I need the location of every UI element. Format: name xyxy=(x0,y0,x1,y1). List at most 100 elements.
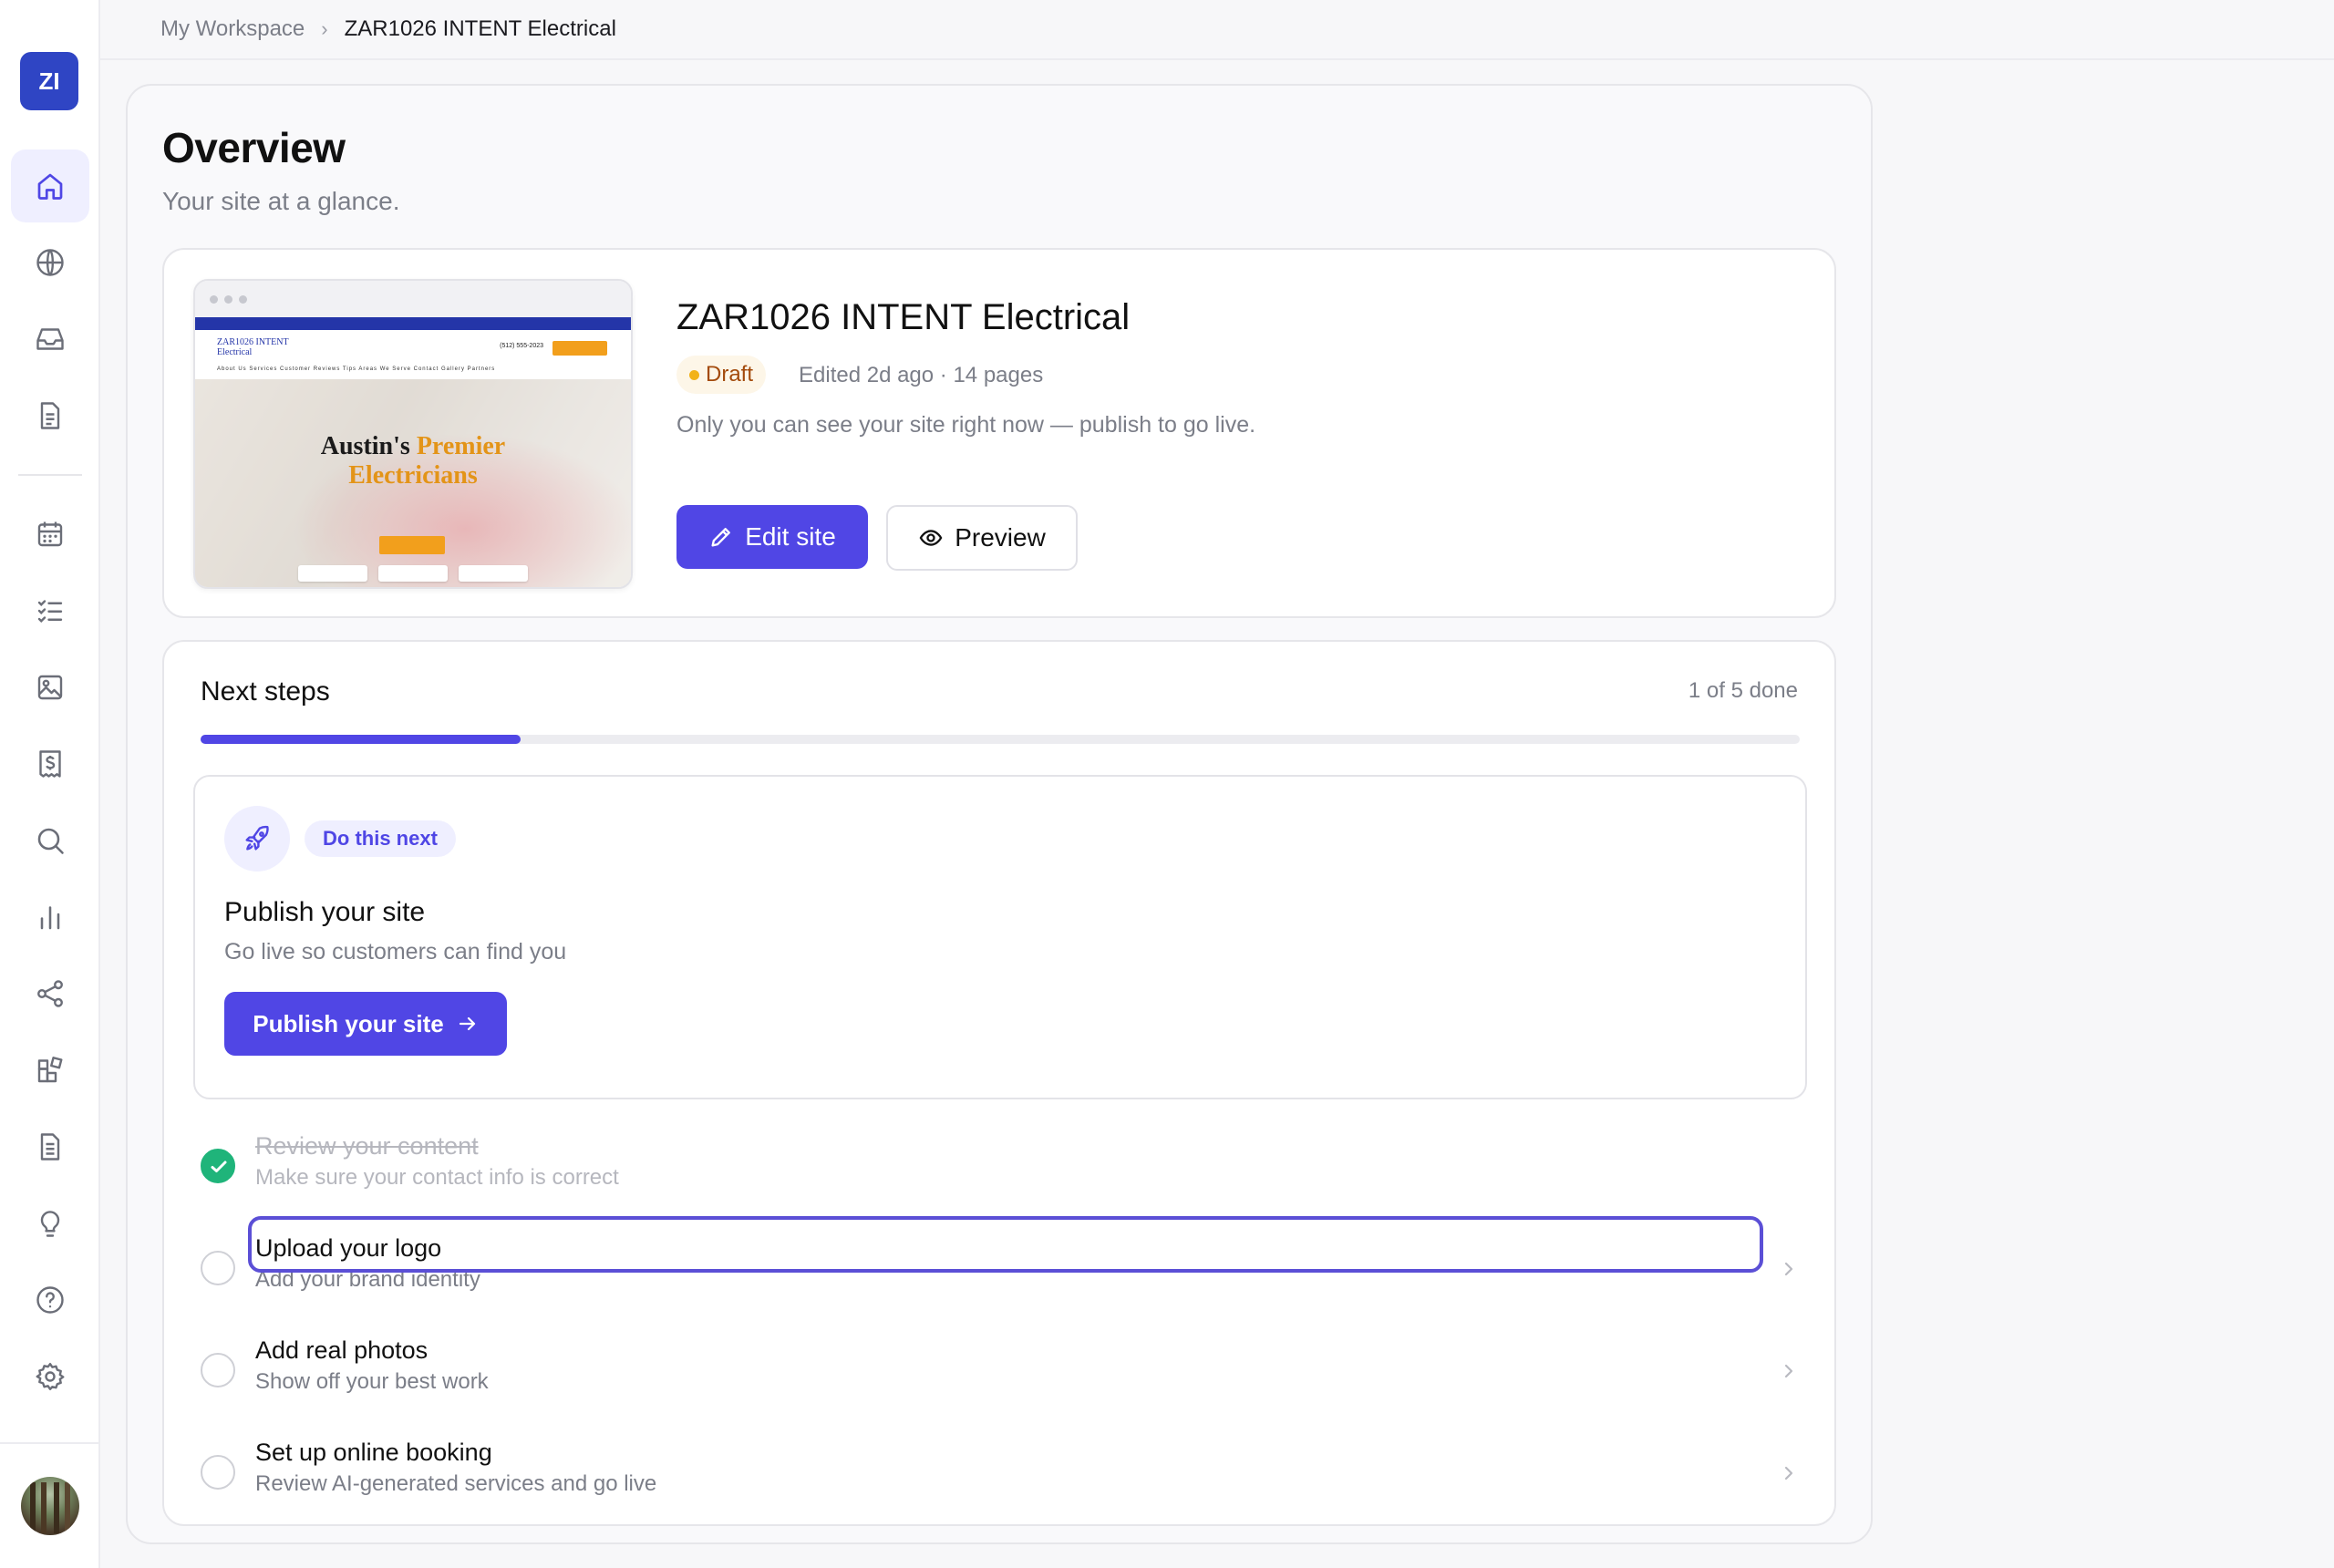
page-subtitle: Your site at a glance. xyxy=(162,187,400,215)
nav-analytics[interactable] xyxy=(11,881,89,954)
step-complete-checkbox[interactable] xyxy=(201,1149,235,1183)
bar-chart-icon xyxy=(40,906,60,930)
breadcrumb-workspace[interactable]: My Workspace xyxy=(160,16,305,42)
image-icon xyxy=(37,675,63,700)
site-meta: Edited 2d ago · 14 pages xyxy=(799,363,1044,387)
nav-sites[interactable] xyxy=(11,226,89,299)
thumbnail-nav: ZAR1026 INTENT Electrical (512) 555-2023… xyxy=(195,330,631,379)
rocket-icon-badge xyxy=(224,806,290,872)
step-checkbox[interactable] xyxy=(201,1251,235,1285)
nav-pages[interactable] xyxy=(11,379,89,452)
do-this-next-chip: Do this next xyxy=(305,820,456,857)
steps-progress-fill xyxy=(201,735,521,744)
nav-search[interactable] xyxy=(11,804,89,877)
edit-site-button[interactable]: Edit site xyxy=(676,505,868,569)
breadcrumb-current: ZAR1026 INTENT Electrical xyxy=(344,16,616,41)
step-upload-logo[interactable]: Upload your logo Add your brand identity xyxy=(164,1216,1838,1318)
steps-progress-bar xyxy=(201,735,1800,744)
next-steps-card: Next steps 1 of 5 done Do this next Publ… xyxy=(162,640,1836,1526)
thumbnail-window-bar xyxy=(195,281,631,317)
nav-invoices[interactable] xyxy=(11,727,89,800)
thumbnail-badges xyxy=(195,565,631,582)
chevron-right-icon: › xyxy=(321,17,328,40)
step-title: Add real photos xyxy=(255,1336,429,1364)
nav-help[interactable] xyxy=(11,1264,89,1336)
step-checkbox[interactable] xyxy=(201,1455,235,1490)
nav-tasks[interactable] xyxy=(11,574,89,647)
site-card: ZAR1026 INTENT Electrical (512) 555-2023… xyxy=(162,248,1836,618)
thumbnail-logo: ZAR1026 INTENT Electrical xyxy=(217,337,289,357)
next-step-title: Publish your site xyxy=(224,897,426,927)
document-icon xyxy=(40,402,60,429)
sidebar: ZI xyxy=(0,0,100,1568)
step-title: Set up online booking xyxy=(255,1439,492,1466)
nav-notes[interactable] xyxy=(11,1110,89,1183)
apps-icon xyxy=(37,1057,63,1083)
invoice-icon xyxy=(39,750,61,778)
notes-icon xyxy=(40,1133,60,1161)
nav-share[interactable] xyxy=(11,957,89,1030)
nav-apps[interactable] xyxy=(11,1034,89,1107)
checklist-icon xyxy=(37,600,63,623)
site-thumbnail[interactable]: ZAR1026 INTENT Electrical (512) 555-2023… xyxy=(193,279,633,589)
workspace-badge[interactable]: ZI xyxy=(20,52,78,110)
eye-icon xyxy=(919,530,943,546)
pencil-icon xyxy=(711,528,731,547)
step-review-content[interactable]: Review your content Make sure your conta… xyxy=(164,1125,1838,1216)
step-description: Add your brand identity xyxy=(255,1267,480,1292)
step-add-photos[interactable]: Add real photos Show off your best work xyxy=(164,1329,1838,1420)
step-online-booking[interactable]: Set up online booking Review AI-generate… xyxy=(164,1431,1838,1522)
site-visibility-note: Only you can see your site right now — p… xyxy=(676,412,1256,438)
nav-home[interactable] xyxy=(11,150,89,222)
edit-site-label: Edit site xyxy=(745,522,836,551)
sidebar-bottom-divider xyxy=(0,1442,100,1444)
thumbnail-cta xyxy=(553,341,607,356)
avatar[interactable] xyxy=(21,1477,79,1535)
nav-ideas[interactable] xyxy=(11,1187,89,1260)
chevron-right-icon xyxy=(1784,1262,1793,1276)
thumbnail-topbar xyxy=(195,317,631,330)
arrow-right-icon xyxy=(459,1016,475,1031)
thumbnail-hero: Austin's Premier Electricians xyxy=(195,379,631,587)
publish-site-label: Publish your site xyxy=(253,1009,444,1037)
step-description: Make sure your contact info is correct xyxy=(255,1165,619,1190)
thumbnail-hero-button xyxy=(379,536,445,554)
thumbnail-menu: About Us Services Customer Reviews Tips … xyxy=(217,366,496,372)
chevron-right-icon xyxy=(1784,1466,1793,1480)
thumbnail-phone: (512) 555-2023 xyxy=(500,343,543,349)
step-description: Review AI-generated services and go live xyxy=(255,1471,657,1496)
next-steps-title: Next steps xyxy=(201,676,330,707)
breadcrumb: My Workspace › ZAR1026 INTENT Electrical xyxy=(100,0,2334,60)
share-icon xyxy=(37,980,63,1007)
focus-ring xyxy=(248,1216,1763,1273)
sidebar-divider xyxy=(18,474,82,476)
globe-icon xyxy=(36,249,64,276)
step-description: Show off your best work xyxy=(255,1369,489,1394)
steps-progress-count: 1 of 5 done xyxy=(1688,678,1798,703)
home-icon xyxy=(37,173,63,200)
preview-label: Preview xyxy=(955,523,1046,552)
next-step-description: Go live so customers can find you xyxy=(224,939,567,965)
lightbulb-icon xyxy=(40,1211,60,1237)
chevron-right-icon xyxy=(1784,1364,1793,1378)
inbox-icon xyxy=(36,328,64,350)
page-title: Overview xyxy=(162,124,346,171)
publish-site-button[interactable]: Publish your site xyxy=(224,992,507,1056)
check-icon xyxy=(211,1161,227,1172)
step-checkbox[interactable] xyxy=(201,1353,235,1387)
nav-media[interactable] xyxy=(11,651,89,724)
search-icon xyxy=(37,828,64,854)
step-title: Review your content xyxy=(255,1132,479,1160)
next-step-callout: Do this next Publish your site Go live s… xyxy=(193,775,1807,1099)
help-icon xyxy=(36,1286,64,1314)
rocket-icon xyxy=(245,825,269,851)
calendar-icon xyxy=(37,521,63,547)
status-badge: Draft xyxy=(676,356,767,394)
step-title: Upload your logo xyxy=(255,1234,442,1262)
gear-icon xyxy=(36,1363,65,1390)
nav-calendar[interactable] xyxy=(11,498,89,571)
nav-inbox[interactable] xyxy=(11,303,89,376)
preview-button[interactable]: Preview xyxy=(886,505,1078,571)
nav-settings[interactable] xyxy=(11,1340,89,1413)
site-name: ZAR1026 INTENT Electrical xyxy=(676,297,1131,337)
